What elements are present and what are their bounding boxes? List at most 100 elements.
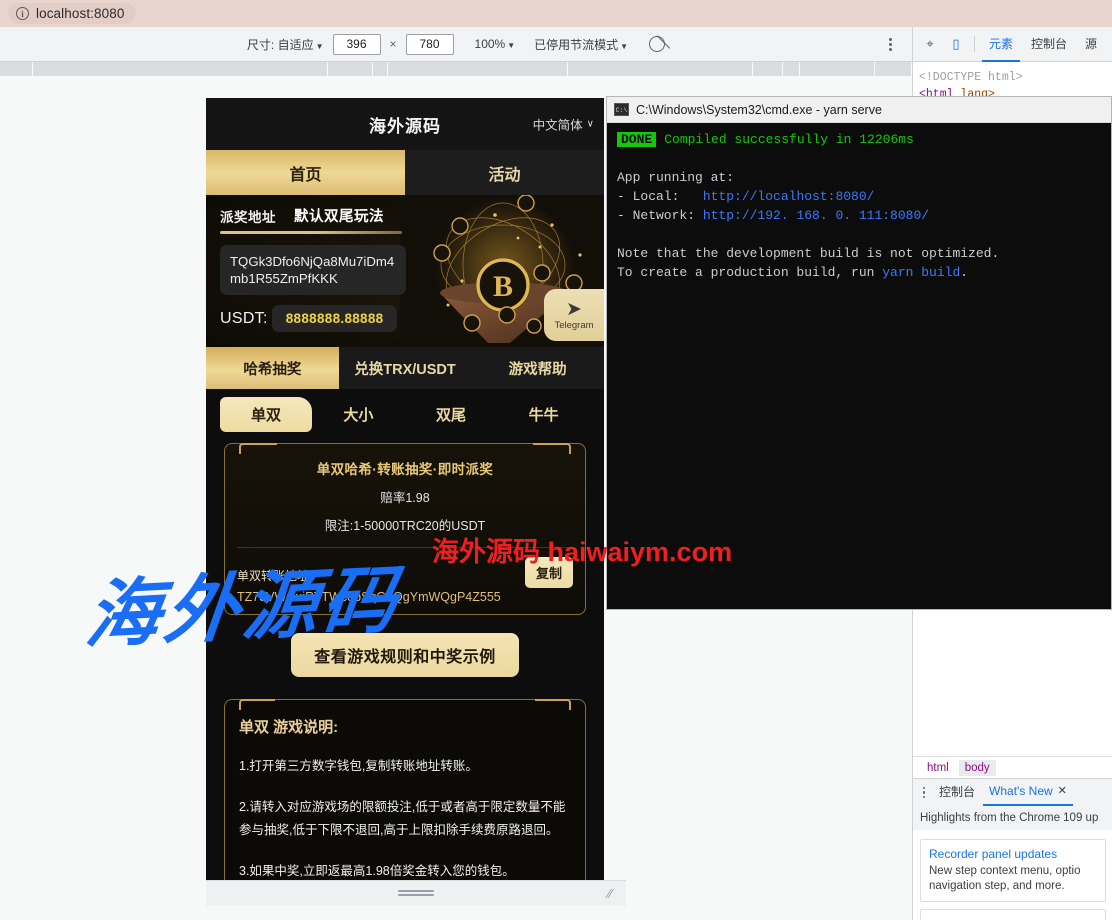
device-ruler (0, 62, 912, 76)
whats-new-card-desc: New step context menu, optio navigation … (929, 865, 1081, 892)
chevron-down-icon-language: ∨ (586, 118, 594, 130)
devtools-breadcrumb: html body (913, 756, 1112, 778)
yarn-build-command: yarn build (882, 265, 961, 280)
game-card-odds: 赔率1.98 (380, 491, 430, 505)
ruler-segment (0, 62, 33, 76)
cmd-terminal-window[interactable]: C:\ C:\Windows\System32\cmd.exe - yarn s… (606, 96, 1112, 610)
game-tab-niuniu[interactable]: 牛牛 (497, 397, 590, 432)
chevron-down-icon-throttle: ▼ (620, 41, 629, 51)
device-width-input[interactable] (332, 33, 381, 55)
banner-tab-underline (220, 231, 402, 234)
ruler-segment (783, 62, 800, 76)
screenshot-root: i localhost:8080 尺寸: 自适应▼ × 100%▼ 已停用节流模… (0, 0, 1112, 920)
dom-doctype-line: <!DOCTYPE html> (919, 71, 1023, 84)
device-toolbar-controls: 尺寸: 自适应▼ × 100%▼ 已停用节流模式▼ (247, 33, 666, 55)
cmd-title-text: C:\Windows\System32\cmd.exe - yarn serve (636, 102, 882, 117)
subnav-item-exchange[interactable]: 兑换TRX/USDT (339, 347, 472, 389)
cmd-output: DONE Compiled successfully in 12206ms App… (607, 123, 1111, 289)
throttle-dropdown[interactable]: 已停用节流模式 ▼ (534, 36, 628, 53)
cmd-title-bar[interactable]: C:\ C:\Windows\System32\cmd.exe - yarn s… (607, 97, 1111, 123)
device-size-label: 尺寸: 自适应 (246, 37, 314, 52)
zoom-dropdown[interactable]: 100% ▼ (475, 37, 516, 51)
copy-address-button[interactable]: 复制 (524, 557, 573, 588)
default-mode-tab[interactable]: 默认双尾玩法 (294, 205, 384, 226)
instruction-item-1: 1.打开第三方数字钱包,复制转账地址转账。 (239, 759, 478, 773)
view-rules-button[interactable]: 查看游戏规则和中奖示例 (291, 633, 519, 677)
cmd-compiled-line: DONE Compiled successfully in 12206ms (617, 130, 1101, 149)
drawer-more-icon[interactable] (917, 786, 931, 799)
drawer-tab-whats-new[interactable]: What's New ✕ (983, 779, 1073, 806)
devtools-drawer: 控制台 What's New ✕ Highlights from the Chr… (913, 778, 1112, 920)
devtools-tab-bar: ⌖ ▯ 元素 控制台 源 (913, 27, 1112, 62)
ruler-segment (800, 62, 875, 76)
site-info-icon[interactable]: i (16, 7, 29, 20)
whats-new-content: Highlights from the Chrome 109 up Record… (913, 806, 1112, 920)
breadcrumb-body[interactable]: body (958, 759, 996, 776)
promo-banner: B 派奖地址 默认双尾玩法 TQGk3Dfo6NjQa8Mu7iDm4mb1R5… (206, 195, 604, 347)
toggle-device-toolbar-icon[interactable]: ▯ (945, 33, 967, 55)
note-post: . (960, 265, 969, 280)
whats-new-card-title[interactable]: Recorder panel updates (929, 847, 1097, 861)
zoom-label: 100% (474, 37, 506, 51)
throttle-label: 已停用节流模式 (534, 37, 619, 52)
breadcrumb-html[interactable]: html (921, 760, 955, 776)
whats-new-card-partial[interactable] (920, 909, 1106, 920)
payout-address-tab[interactable]: 派奖地址 (220, 206, 276, 226)
compiled-text: Compiled successfully in 12206ms (664, 132, 914, 147)
transfer-address-label: 单双转账地址 (237, 569, 310, 583)
transfer-address-block: 单双转账地址 TZ78VWCuiRTTWcobSqGhQgYmWQgP4Z555 (237, 567, 517, 604)
ruler-segment (388, 62, 568, 76)
inspect-element-icon[interactable]: ⌖ (919, 33, 941, 55)
no-throttling-icon[interactable] (649, 36, 666, 52)
game-tab-big-small[interactable]: 大小 (312, 397, 405, 432)
language-selector[interactable]: 中文简体 ∨ (533, 115, 594, 134)
device-toolbar-more-icon[interactable] (882, 35, 898, 53)
payout-address-value[interactable]: TQGk3Dfo6NjQa8Mu7iDm4mb1R55ZmPfKKK (220, 245, 406, 295)
devtools-tab-sources[interactable]: 源 (1078, 27, 1104, 62)
transfer-address-row: 单双转账地址 TZ78VWCuiRTTWcobSqGhQgYmWQgP4Z555… (237, 557, 573, 604)
game-instructions-panel: 单双 游戏说明: 1.打开第三方数字钱包,复制转账地址转账。 2.请转入对应游戏… (224, 699, 586, 880)
device-resize-footer[interactable]: ⁄⁄ (206, 880, 626, 906)
cmd-note-line-2: To create a production build, run yarn b… (617, 263, 1101, 282)
usdt-balance-value: 8888888.88888 (271, 305, 398, 332)
transfer-address-value[interactable]: TZ78VWCuiRTTWcobSqGhQgYmWQgP4Z555 (237, 590, 517, 604)
devtools-tab-elements[interactable]: 元素 (982, 27, 1021, 62)
game-card-limit: 限注:1-50000TRC20的USDT (324, 519, 486, 533)
drawer-tab-console[interactable]: 控制台 (933, 779, 981, 806)
device-emulation-toolbar: 尺寸: 自适应▼ × 100%▼ 已停用节流模式▼ (0, 27, 912, 62)
toolbar-divider (974, 36, 975, 52)
game-card-divider (237, 547, 573, 548)
ruler-segment (328, 62, 373, 76)
url-pill[interactable]: i localhost:8080 (8, 3, 137, 24)
device-resize-handle-icon[interactable] (398, 890, 434, 897)
game-type-tabs: 单双 大小 双尾 牛牛 (206, 389, 604, 439)
whats-new-card[interactable]: Recorder panel updates New step context … (920, 839, 1106, 902)
network-url[interactable]: http://192. 168. 0. 111:8080/ (703, 208, 929, 223)
note-pre: To create a production build, run (617, 265, 883, 280)
url-text: localhost:8080 (36, 6, 125, 21)
instructions-title: 单双 游戏说明: (239, 719, 339, 736)
mobile-device-viewport: 海外源码 中文简体 ∨ 首页 活动 B 派奖地址 默认双尾玩法 TQGk3Dfo… (206, 98, 604, 880)
close-icon[interactable]: ✕ (1058, 778, 1067, 805)
subnav-item-hash-lottery[interactable]: 哈希抽奖 (206, 347, 339, 389)
svg-text:B: B (493, 270, 513, 303)
main-tab-activity[interactable]: 活动 (405, 150, 604, 195)
browser-url-bar: i localhost:8080 (0, 0, 1112, 27)
game-tab-double-tail[interactable]: 双尾 (405, 397, 498, 432)
device-height-input[interactable] (405, 33, 454, 55)
local-url[interactable]: http://localhost:8080/ (703, 189, 875, 204)
ruler-segment (875, 62, 912, 76)
device-corner-grip-icon[interactable]: ⁄⁄ (608, 887, 620, 900)
chevron-down-icon: ▼ (315, 41, 324, 51)
device-size-dropdown[interactable]: 尺寸: 自适应 ▼ (247, 36, 324, 53)
instruction-item-3: 3.如果中奖,立即返最高1.98倍奖金转入您的钱包。 (239, 864, 515, 878)
banner-info-block: 派奖地址 默认双尾玩法 TQGk3Dfo6NjQa8Mu7iDm4mb1R55Z… (220, 205, 425, 332)
telegram-button[interactable]: ➤ Telegram (544, 289, 604, 341)
cmd-app-running: App running at: (617, 170, 735, 185)
cmd-local-line: - Local: http://localhost:8080/ (617, 187, 1101, 206)
devtools-tab-console[interactable]: 控制台 (1024, 27, 1074, 62)
usdt-label: USDT: (220, 309, 268, 327)
main-tab-home[interactable]: 首页 (206, 150, 405, 195)
subnav-item-game-help[interactable]: 游戏帮助 (471, 347, 604, 389)
game-tab-odd-even[interactable]: 单双 (220, 396, 312, 432)
